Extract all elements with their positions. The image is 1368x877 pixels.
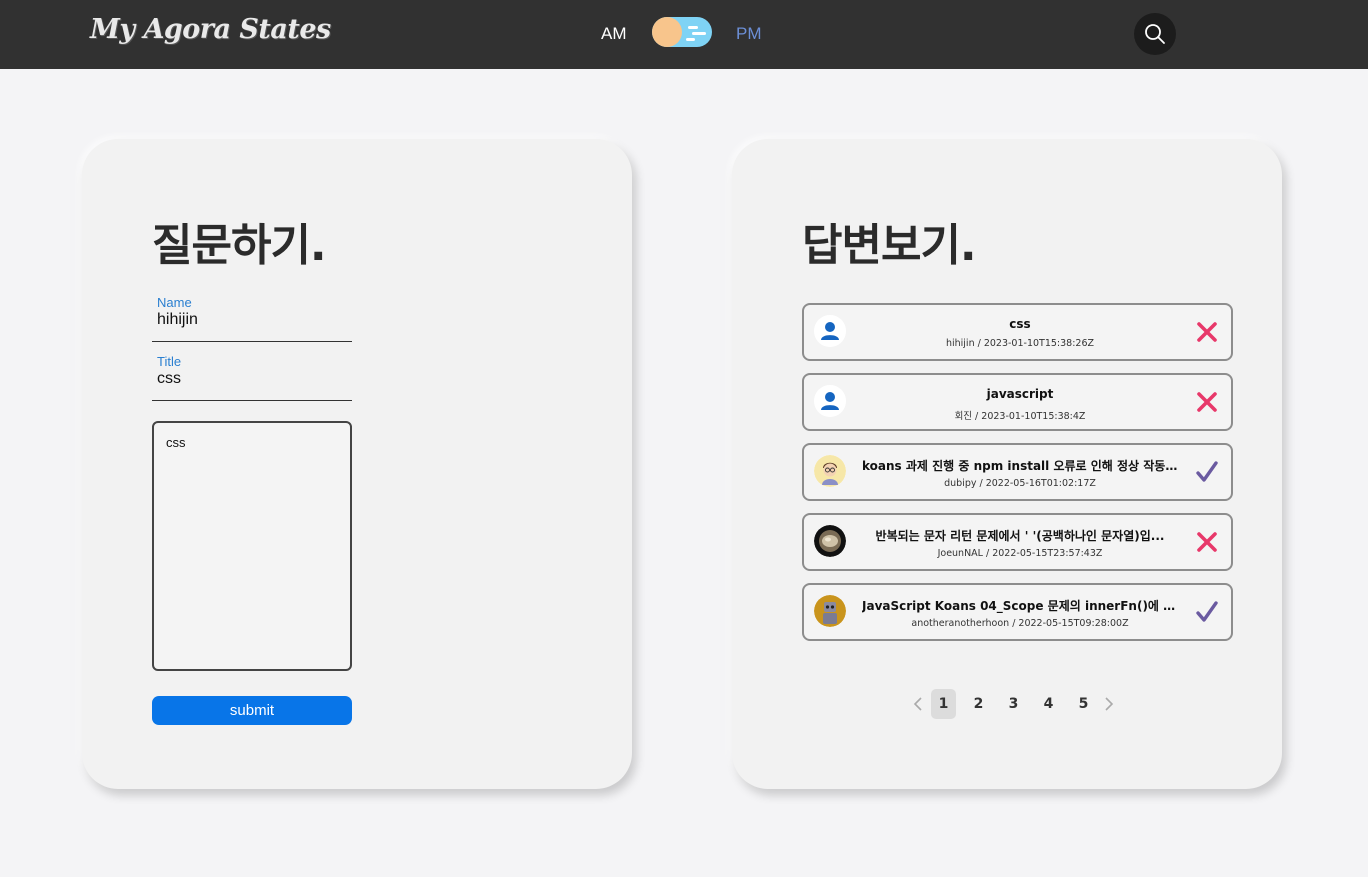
photo-avatar-icon bbox=[814, 525, 846, 557]
app-logo[interactable]: My Agora States bbox=[90, 14, 331, 45]
sun-knob bbox=[652, 17, 682, 47]
discussion-item[interactable]: css hihijin / 2023-01-10T15:38:26Z bbox=[802, 303, 1233, 361]
discussion-item[interactable]: JavaScript Koans 04_Scope 문제의 innerFn()에… bbox=[802, 583, 1233, 641]
ask-question-card: 질문하기. Name Title css submit bbox=[82, 139, 632, 789]
discussion-title[interactable]: 반복되는 문자 리턴 문제에서 ' '(공백하나인 문자열)입... bbox=[862, 527, 1178, 544]
avatar bbox=[814, 525, 846, 557]
unanswered-x-icon bbox=[1197, 532, 1217, 552]
avatar bbox=[814, 595, 846, 627]
page-button-5[interactable]: 5 bbox=[1071, 689, 1096, 719]
cloud-icon bbox=[686, 38, 695, 41]
answered-check-icon bbox=[1196, 601, 1218, 622]
robot-avatar-icon bbox=[814, 595, 846, 627]
discussion-meta: dubipy / 2022-05-16T01:02:17Z bbox=[944, 478, 1096, 489]
discussion-meta: JoeunNAL / 2022-05-15T23:57:43Z bbox=[937, 548, 1103, 559]
next-page-button[interactable] bbox=[1101, 696, 1117, 712]
cartoon-avatar-icon bbox=[814, 455, 846, 487]
name-input[interactable] bbox=[155, 311, 349, 329]
discussion-list: css hihijin / 2023-01-10T15:38:26Z javas… bbox=[802, 303, 1233, 653]
discussion-title[interactable]: css bbox=[862, 317, 1178, 331]
discussion-title[interactable]: koans 과제 진행 중 npm install 오류로 인해 정상 작동..… bbox=[862, 457, 1178, 474]
answers-title: 답변보기. bbox=[802, 220, 977, 271]
name-field: Name bbox=[152, 295, 352, 342]
page-button-2[interactable]: 2 bbox=[966, 689, 991, 719]
page-button-1[interactable]: 1 bbox=[931, 689, 956, 719]
discussion-meta: hihijin / 2023-01-10T15:38:26Z bbox=[945, 338, 1095, 349]
title-field: Title bbox=[152, 354, 352, 401]
avatar bbox=[814, 455, 846, 487]
am-label: AM bbox=[601, 24, 627, 43]
avatar bbox=[814, 385, 846, 417]
discussion-item[interactable]: javascript 회진 / 2023-01-10T15:38:4Z bbox=[802, 373, 1233, 431]
chevron-left-icon bbox=[913, 697, 922, 711]
cloud-icon bbox=[688, 26, 698, 29]
theme-toggle[interactable] bbox=[652, 17, 712, 47]
name-label: Name bbox=[157, 295, 192, 310]
default-user-icon bbox=[814, 315, 846, 347]
title-input[interactable] bbox=[155, 370, 349, 388]
pm-label: PM bbox=[736, 24, 762, 43]
discussion-title[interactable]: javascript bbox=[862, 387, 1178, 401]
discussion-item[interactable]: koans 과제 진행 중 npm install 오류로 인해 정상 작동..… bbox=[802, 443, 1233, 501]
answered-check-icon bbox=[1196, 461, 1218, 482]
unanswered-x-icon bbox=[1197, 392, 1217, 412]
submit-button[interactable]: submit bbox=[152, 696, 352, 725]
default-user-icon bbox=[814, 385, 846, 417]
unanswered-x-icon bbox=[1197, 322, 1217, 342]
prev-page-button[interactable] bbox=[910, 696, 926, 712]
avatar bbox=[814, 315, 846, 347]
search-button[interactable] bbox=[1134, 13, 1176, 55]
chevron-right-icon bbox=[1105, 697, 1114, 711]
discussion-item[interactable]: 반복되는 문자 리턴 문제에서 ' '(공백하나인 문자열)입... Joeun… bbox=[802, 513, 1233, 571]
pagination: 1 2 3 4 5 bbox=[910, 689, 1117, 719]
page-button-3[interactable]: 3 bbox=[1001, 689, 1026, 719]
discussion-title[interactable]: JavaScript Koans 04_Scope 문제의 innerFn()에… bbox=[862, 597, 1178, 614]
question-body-textarea[interactable]: css bbox=[152, 421, 352, 671]
cloud-icon bbox=[692, 32, 706, 35]
discussion-meta: 회진 / 2023-01-10T15:38:4Z bbox=[954, 411, 1086, 422]
answers-card: 답변보기. css hihijin / 2023-01-10T15:38:26Z bbox=[732, 139, 1282, 789]
search-icon bbox=[1145, 24, 1165, 44]
page-button-4[interactable]: 4 bbox=[1036, 689, 1061, 719]
title-label: Title bbox=[157, 354, 182, 369]
ask-title: 질문하기. bbox=[152, 220, 327, 271]
discussion-meta: anotheranotherhoon / 2022-05-15T09:28:00… bbox=[911, 618, 1129, 629]
top-header: My Agora States AM PM bbox=[0, 0, 1368, 69]
